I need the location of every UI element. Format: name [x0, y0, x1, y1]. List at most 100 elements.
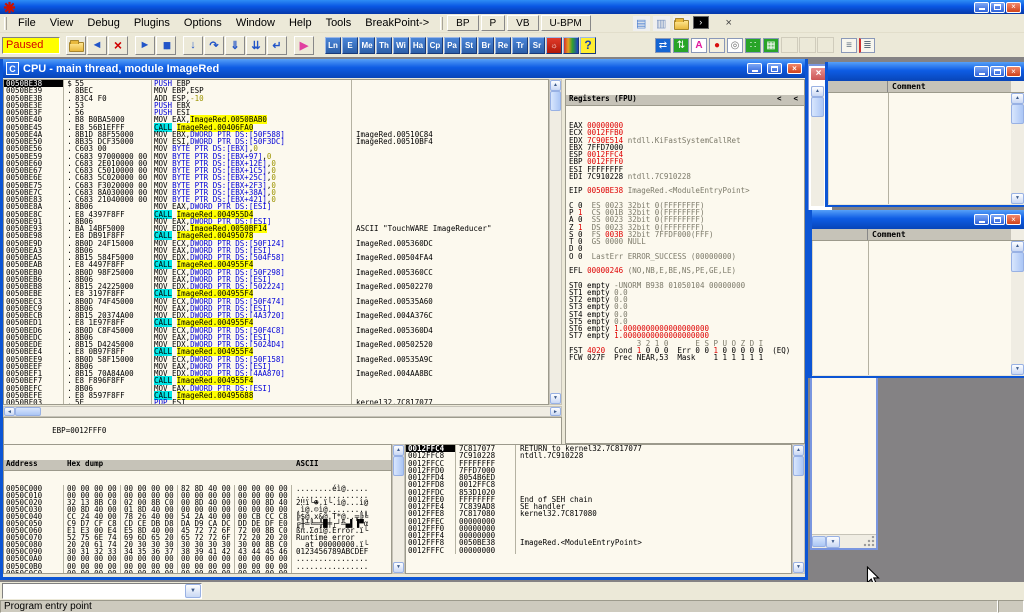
console-icon[interactable]: › — [693, 16, 709, 29]
toolbar-blank-button[interactable] — [781, 37, 798, 53]
animate-into-icon[interactable]: ⇓ — [225, 36, 245, 55]
register-line[interactable]: T 0 GS 0000 NULL — [569, 238, 804, 245]
minimize-button[interactable] — [747, 63, 762, 74]
panel-button-me[interactable]: Me — [359, 37, 375, 54]
execute-till-return-icon[interactable]: ↵ — [267, 36, 287, 55]
disasm-row[interactable]: 0050BE3B.83C4 F0ADD ESP,-10 — [4, 95, 548, 102]
scroll-down-icon[interactable]: ▼ — [550, 393, 561, 404]
close-button[interactable]: × — [787, 63, 802, 74]
scroll-up-icon[interactable]: ▲ — [1011, 241, 1024, 252]
run-icon[interactable]: ► — [135, 36, 155, 55]
minimize-button[interactable] — [974, 66, 989, 77]
register-line[interactable]: EDI 7C910228 ntdll.7C910228 — [569, 173, 804, 180]
record-dot-icon[interactable]: ● — [709, 38, 725, 53]
options-gear-icon[interactable]: ☼ — [546, 37, 562, 54]
panel-button-e[interactable]: E — [342, 37, 358, 54]
maximize-button[interactable] — [990, 66, 1005, 77]
scrollbar-horizontal[interactable]: ▼ — [812, 534, 876, 548]
menu-help[interactable]: Help — [282, 16, 319, 30]
breakpoint-list-icon[interactable]: ≣ — [859, 38, 875, 53]
scroll-thumb[interactable] — [793, 456, 804, 476]
maximize-button[interactable] — [990, 214, 1005, 225]
disasm-row[interactable]: 0050BF03.5EPOP ESIkernel32.7C817077 — [4, 399, 548, 405]
appearance-icon[interactable] — [563, 37, 579, 54]
stack-scrollbar[interactable]: ▲ ▼ — [792, 444, 805, 574]
open-file-icon[interactable] — [66, 36, 86, 55]
registers-list[interactable]: EAX 00000000ECX 0012FFB0EDX 7C90E514 ntd… — [566, 120, 804, 361]
scroll-down-icon[interactable]: ▼ — [1011, 364, 1024, 375]
scroll-up-icon[interactable]: ▲ — [393, 445, 404, 456]
step-into-icon[interactable]: ↓ — [183, 36, 203, 55]
resize-grip[interactable] — [862, 536, 876, 548]
panel-button-th[interactable]: Th — [376, 37, 392, 54]
menu-file[interactable]: File — [11, 16, 43, 30]
scroll-up-icon[interactable]: ▲ — [550, 80, 561, 91]
side-window-titlebar[interactable]: × — [828, 62, 1024, 81]
register-line[interactable]: EIP 0050BE38 ImageRed.<ModuleEntryPoint> — [569, 187, 804, 194]
pane-nav-left-icon[interactable]: < — [771, 95, 788, 105]
menu-window[interactable]: Window — [229, 16, 282, 30]
screen-icon[interactable]: ▦ — [763, 38, 779, 53]
scroll-down-icon[interactable]: ▼ — [393, 562, 404, 573]
disassembly-hscrollbar[interactable]: ◄ ► — [3, 406, 562, 417]
scroll-thumb[interactable] — [393, 456, 404, 476]
dump-scrollbar[interactable]: ▲ ▼ — [392, 444, 405, 574]
command-input[interactable] — [3, 584, 185, 598]
close-button[interactable]: × — [1006, 2, 1021, 13]
bp-bar-button-p[interactable]: P — [481, 15, 506, 31]
minimize-button[interactable] — [974, 214, 989, 225]
disasm-row[interactable]: 0050BEFE.E8 8597F8FFCALL ImageRed.004956… — [4, 392, 548, 399]
disassembly-scrollbar[interactable]: ▲ ▼ — [549, 79, 562, 405]
register-line[interactable]: FCW 027F Prec NEAR,53 Mask 1 1 1 1 1 1 — [569, 354, 804, 361]
side-window-titlebar[interactable]: × — [812, 210, 1024, 229]
panel-button-sr[interactable]: Sr — [529, 37, 545, 54]
menu-debug[interactable]: Debug — [80, 16, 126, 30]
log-list-icon[interactable]: ≡ — [841, 38, 857, 53]
pause-icon[interactable]: ▮▮ — [156, 36, 176, 55]
scroll-thumb[interactable] — [15, 407, 41, 416]
panel-button-pa[interactable]: Pa — [444, 37, 460, 54]
register-line[interactable]: O 0 LastErr ERROR_SUCCESS (00000000) — [569, 253, 804, 260]
menu-view[interactable]: View — [43, 16, 81, 30]
notepad-icon[interactable]: ▤ — [633, 16, 650, 31]
bp-bar-button-vb[interactable]: VB — [507, 15, 538, 31]
close-button[interactable]: × — [1006, 66, 1021, 77]
rebar-grip[interactable] — [4, 17, 7, 30]
animate-over-icon[interactable]: ⇊ — [246, 36, 266, 55]
minimize-button[interactable] — [974, 2, 989, 13]
menu-breakpoint[interactable]: BreakPoint-> — [358, 16, 436, 30]
panel-button-tr[interactable]: Tr — [512, 37, 528, 54]
restart-icon[interactable]: ◄ — [87, 36, 107, 55]
panel-button-ha[interactable]: Ha — [410, 37, 426, 54]
open-folder-icon[interactable] — [673, 16, 690, 31]
swap-arrows-icon[interactable]: ⇄ — [655, 38, 671, 53]
scroll-right-icon[interactable]: ► — [550, 407, 561, 416]
command-combobox[interactable]: ▼ — [2, 583, 202, 599]
dots-icon[interactable]: ∷ — [745, 38, 761, 53]
calculator-icon[interactable]: ▥ — [653, 16, 670, 31]
scroll-up-icon[interactable]: ▲ — [1011, 93, 1024, 104]
maximize-button[interactable] — [767, 63, 782, 74]
panel-button-wi[interactable]: Wi — [393, 37, 409, 54]
scroll-down-icon[interactable]: ▼ — [793, 562, 804, 573]
menu-options[interactable]: Options — [177, 16, 229, 30]
bp-bar-button-bp[interactable]: BP — [447, 15, 478, 31]
scroll-left-icon[interactable]: ◄ — [4, 407, 15, 416]
help-icon[interactable]: ? — [580, 37, 596, 54]
stack-row[interactable]: 0012FFFC00000000 — [406, 547, 791, 554]
close-button[interactable]: × — [1006, 214, 1021, 225]
panel-button-ln[interactable]: Ln — [325, 37, 341, 54]
rebar-grip[interactable] — [440, 17, 443, 30]
maximize-button[interactable] — [990, 2, 1005, 13]
bp-bar-button-u-bpm[interactable]: U-BPM — [541, 15, 591, 31]
panel-button-st[interactable]: St — [461, 37, 477, 54]
scroll-thumb[interactable] — [811, 97, 824, 117]
panel-button-re[interactable]: Re — [495, 37, 511, 54]
pane-nav-left2-icon[interactable]: < — [787, 95, 804, 105]
scrollbar[interactable]: ▲ — [811, 86, 824, 206]
scroll-up-icon[interactable]: ▲ — [793, 445, 804, 456]
scroll-thumb[interactable] — [812, 536, 826, 547]
scroll-thumb[interactable] — [1011, 104, 1024, 124]
chevron-down-icon[interactable]: ▼ — [185, 584, 201, 598]
panel-button-cp[interactable]: Cp — [427, 37, 443, 54]
